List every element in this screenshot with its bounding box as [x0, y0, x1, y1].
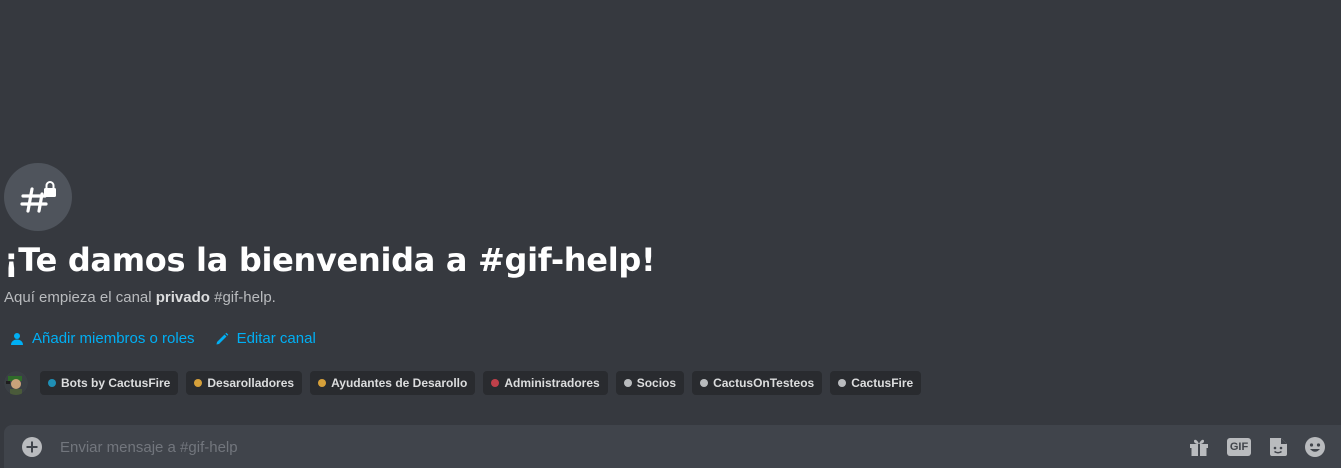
add-attachment-button[interactable] — [20, 435, 44, 459]
subtitle-prefix: Aquí empieza el canal — [4, 289, 156, 306]
role-color-dot — [318, 379, 327, 387]
edit-channel-label: Editar canal — [236, 330, 316, 347]
gift-button[interactable] — [1186, 434, 1212, 460]
role-color-dot — [838, 379, 847, 387]
gif-icon: GIF — [1226, 438, 1252, 456]
message-input[interactable] — [60, 436, 1160, 458]
plus-circle-icon — [22, 437, 42, 457]
gif-picker-button[interactable]: GIF — [1226, 434, 1252, 460]
role-pill[interactable]: Bots by CactusFire — [40, 371, 179, 395]
add-members-button[interactable]: Añadir miembros o roles — [10, 329, 195, 349]
channel-welcome-view: ¡Te damos la bienvenida a #gif-help! Aqu… — [0, 0, 1341, 468]
role-pill[interactable]: Administradores — [483, 371, 608, 395]
role-name: Bots by CactusFire — [61, 376, 171, 390]
role-color-dot — [48, 379, 56, 387]
add-member-icon — [11, 333, 23, 345]
role-name: CactusOnTesteos — [713, 376, 815, 390]
emoji-icon — [1305, 437, 1325, 457]
role-name: Desarolladores — [207, 376, 295, 390]
sticker-icon — [1270, 438, 1287, 456]
hashtag-lock-icon — [4, 163, 72, 231]
role-pill[interactable]: Socios — [615, 371, 685, 395]
edit-channel-button[interactable]: Editar canal — [215, 329, 316, 349]
role-color-dot — [491, 379, 500, 387]
role-pill[interactable]: CactusFire — [830, 371, 922, 395]
welcome-subtitle: Aquí empieza el canal privado #gif-help. — [4, 288, 276, 308]
message-composer: GIF — [4, 425, 1341, 468]
channel-roles: Bots by CactusFire Desarolladores Ayudan… — [4, 371, 922, 395]
add-members-label: Añadir miembros o roles — [32, 330, 195, 347]
role-name: CactusFire — [851, 376, 914, 390]
role-name: Socios — [636, 376, 677, 390]
avatar[interactable] — [4, 371, 28, 395]
welcome-title: ¡Te damos la bienvenida a #gif-help! — [4, 241, 656, 279]
sticker-button[interactable] — [1265, 434, 1291, 460]
channel-actions: Añadir miembros o roles Editar canal — [10, 328, 316, 350]
role-pill[interactable]: Desarolladores — [186, 371, 303, 395]
pencil-icon — [216, 332, 228, 345]
role-pill[interactable]: Ayudantes de Desarollo — [310, 371, 476, 395]
role-color-dot — [194, 379, 203, 387]
emoji-button[interactable] — [1302, 434, 1328, 460]
gift-icon — [1190, 439, 1208, 456]
role-pill[interactable]: CactusOnTesteos — [692, 371, 823, 395]
role-color-dot — [700, 379, 709, 387]
role-color-dot — [623, 379, 632, 387]
subtitle-suffix: #gif-help. — [209, 289, 276, 306]
subtitle-private: privado — [155, 289, 210, 306]
role-name: Ayudantes de Desarollo — [331, 376, 468, 390]
role-name: Administradores — [504, 376, 600, 390]
